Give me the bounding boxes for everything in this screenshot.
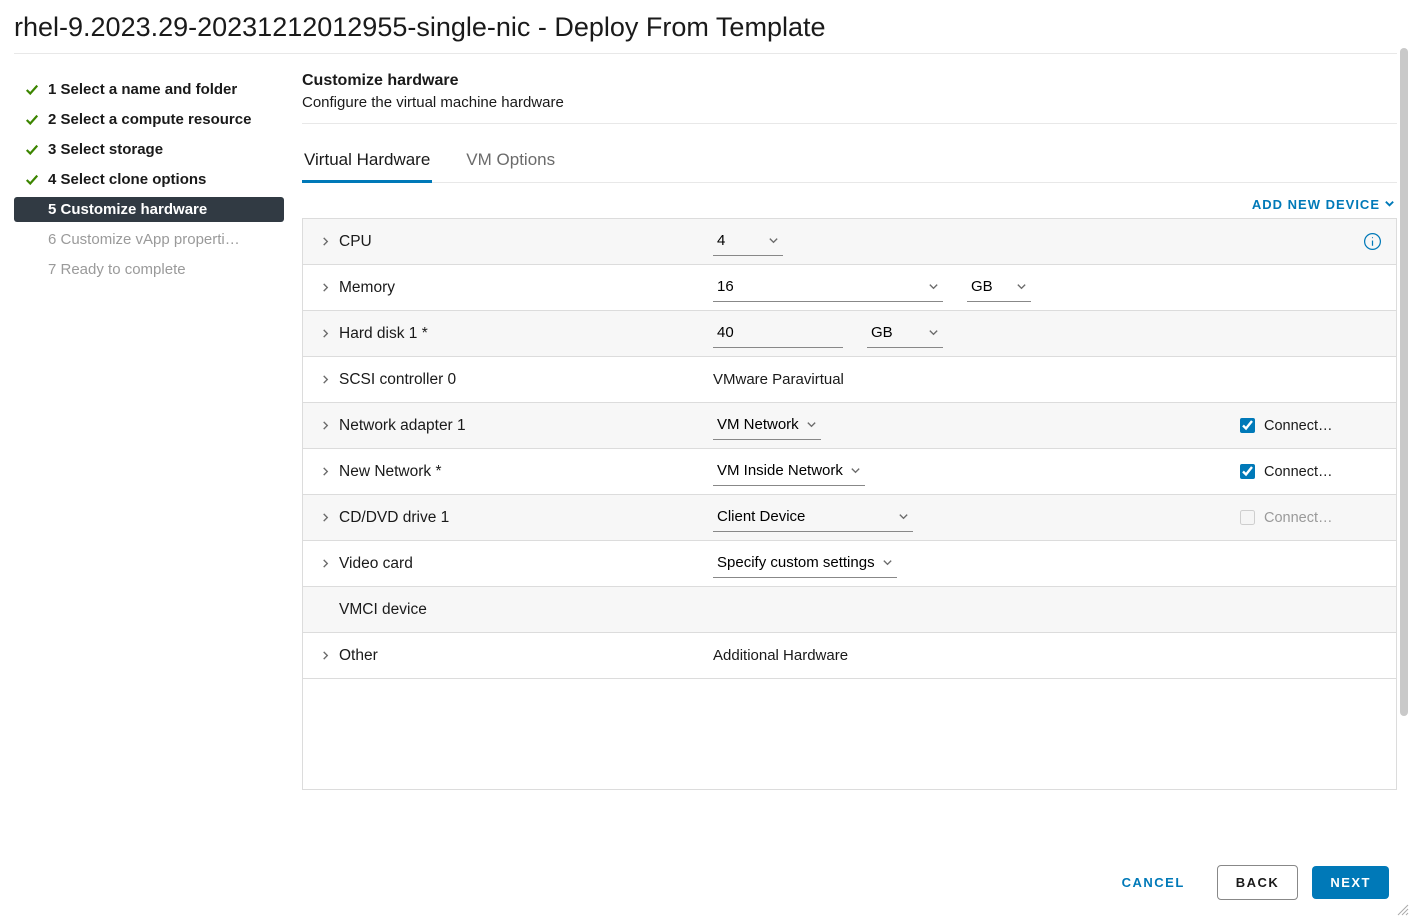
expand-hard-disk-1[interactable] bbox=[317, 329, 333, 338]
tab-vm-options[interactable]: VM Options bbox=[464, 150, 557, 183]
expand-cpu[interactable] bbox=[317, 237, 333, 246]
video-label: Video card bbox=[333, 555, 713, 573]
cpu-select[interactable]: 4 bbox=[713, 228, 783, 256]
check-icon bbox=[24, 112, 40, 128]
video-select[interactable]: Specify custom settings bbox=[713, 550, 897, 578]
net1-select[interactable]: VM Network bbox=[713, 412, 821, 440]
other-value: Additional Hardware bbox=[713, 647, 1236, 664]
cpu-info-icon[interactable] bbox=[1356, 232, 1382, 251]
cd-connect-checkbox bbox=[1240, 510, 1255, 525]
cd-connect-label: Connect… bbox=[1264, 510, 1333, 526]
hard-disk-unit-select[interactable]: GB bbox=[867, 320, 943, 348]
check-icon bbox=[24, 172, 40, 188]
hw-tabs: Virtual Hardware VM Options bbox=[302, 150, 1397, 183]
net2-select[interactable]: VM Inside Network bbox=[713, 458, 865, 486]
tab-virtual-hardware[interactable]: Virtual Hardware bbox=[302, 150, 432, 183]
row-cd-dvd-drive-1: CD/DVD drive 1 Client Device bbox=[303, 495, 1396, 541]
step-3[interactable]: 3 Select storage bbox=[14, 137, 284, 162]
step-2[interactable]: 2 Select a compute resource bbox=[14, 107, 284, 132]
table-filler bbox=[303, 679, 1396, 789]
expand-other[interactable] bbox=[317, 651, 333, 660]
row-vmci-device: VMCI device bbox=[303, 587, 1396, 633]
expand-video[interactable] bbox=[317, 559, 333, 568]
cd-label: CD/DVD drive 1 bbox=[333, 509, 713, 527]
net2-label: New Network * bbox=[333, 463, 713, 481]
step-1[interactable]: 1 Select a name and folder bbox=[14, 77, 284, 102]
expand-net1[interactable] bbox=[317, 421, 333, 430]
resize-grip-icon bbox=[1395, 902, 1409, 916]
add-new-device-label: ADD NEW DEVICE bbox=[1252, 197, 1380, 212]
expand-scsi[interactable] bbox=[317, 375, 333, 384]
check-icon bbox=[24, 142, 40, 158]
row-other: Other Additional Hardware bbox=[303, 633, 1396, 679]
step-5[interactable]: 5 Customize hardware bbox=[14, 197, 284, 222]
step-label: 3 Select storage bbox=[48, 141, 163, 158]
net1-connect-label: Connect… bbox=[1264, 418, 1333, 434]
cpu-label: CPU bbox=[333, 233, 713, 251]
net1-label: Network adapter 1 bbox=[333, 417, 713, 435]
next-button[interactable]: NEXT bbox=[1312, 866, 1389, 899]
net1-connect-checkbox[interactable] bbox=[1240, 418, 1255, 433]
row-memory: Memory GB bbox=[303, 265, 1396, 311]
expand-net2[interactable] bbox=[317, 467, 333, 476]
step-label: 7 Ready to complete bbox=[48, 261, 186, 278]
net2-connect-label: Connect… bbox=[1264, 464, 1333, 480]
cd-select[interactable]: Client Device bbox=[713, 504, 913, 532]
panel-subtitle: Configure the virtual machine hardware bbox=[302, 94, 1397, 111]
step-label: 2 Select a compute resource bbox=[48, 111, 251, 128]
step-7: 7 Ready to complete bbox=[14, 257, 284, 282]
step-label: 1 Select a name and folder bbox=[48, 81, 237, 98]
row-new-network: New Network * VM Inside Network bbox=[303, 449, 1396, 495]
expand-memory[interactable] bbox=[317, 283, 333, 292]
memory-input[interactable] bbox=[713, 274, 943, 302]
step-6: 6 Customize vApp properti… bbox=[14, 227, 284, 252]
scrollbar[interactable] bbox=[1400, 48, 1408, 904]
back-button[interactable]: BACK bbox=[1217, 865, 1299, 900]
wizard-footer: CANCEL BACK NEXT bbox=[1104, 865, 1389, 900]
other-label: Other bbox=[333, 647, 713, 665]
net2-connect-checkbox[interactable] bbox=[1240, 464, 1255, 479]
wizard-steps: 1 Select a name and folder 2 Select a co… bbox=[14, 54, 284, 804]
scsi-label: SCSI controller 0 bbox=[333, 371, 713, 389]
memory-label: Memory bbox=[333, 279, 713, 297]
hard-disk-label: Hard disk 1 * bbox=[333, 325, 713, 343]
step-label: 6 Customize vApp properti… bbox=[48, 231, 240, 248]
expand-cd[interactable] bbox=[317, 513, 333, 522]
row-network-adapter-1: Network adapter 1 VM Network bbox=[303, 403, 1396, 449]
cancel-button[interactable]: CANCEL bbox=[1104, 866, 1203, 899]
vmci-label: VMCI device bbox=[333, 601, 713, 619]
check-icon bbox=[24, 82, 40, 98]
row-hard-disk-1: Hard disk 1 * GB bbox=[303, 311, 1396, 357]
chevron-down-icon bbox=[1384, 197, 1395, 212]
panel-title: Customize hardware bbox=[302, 72, 1397, 90]
hardware-table: CPU 4 bbox=[302, 218, 1397, 790]
row-video-card: Video card Specify custom settings bbox=[303, 541, 1396, 587]
add-new-device-button[interactable]: ADD NEW DEVICE bbox=[1252, 197, 1395, 212]
panel-header: Customize hardware Configure the virtual… bbox=[302, 72, 1397, 124]
step-label: 5 Customize hardware bbox=[48, 201, 207, 218]
hard-disk-size-input[interactable] bbox=[713, 320, 843, 348]
scsi-value: VMware Paravirtual bbox=[713, 371, 1236, 388]
scrollbar-thumb[interactable] bbox=[1400, 48, 1408, 716]
step-label: 4 Select clone options bbox=[48, 171, 206, 188]
row-cpu: CPU 4 bbox=[303, 219, 1396, 265]
row-scsi-controller-0: SCSI controller 0 VMware Paravirtual bbox=[303, 357, 1396, 403]
step-4[interactable]: 4 Select clone options bbox=[14, 167, 284, 192]
memory-unit-select[interactable]: GB bbox=[967, 274, 1031, 302]
wizard-title: rhel-9.2023.29-20231212012955-single-nic… bbox=[14, 0, 1397, 54]
